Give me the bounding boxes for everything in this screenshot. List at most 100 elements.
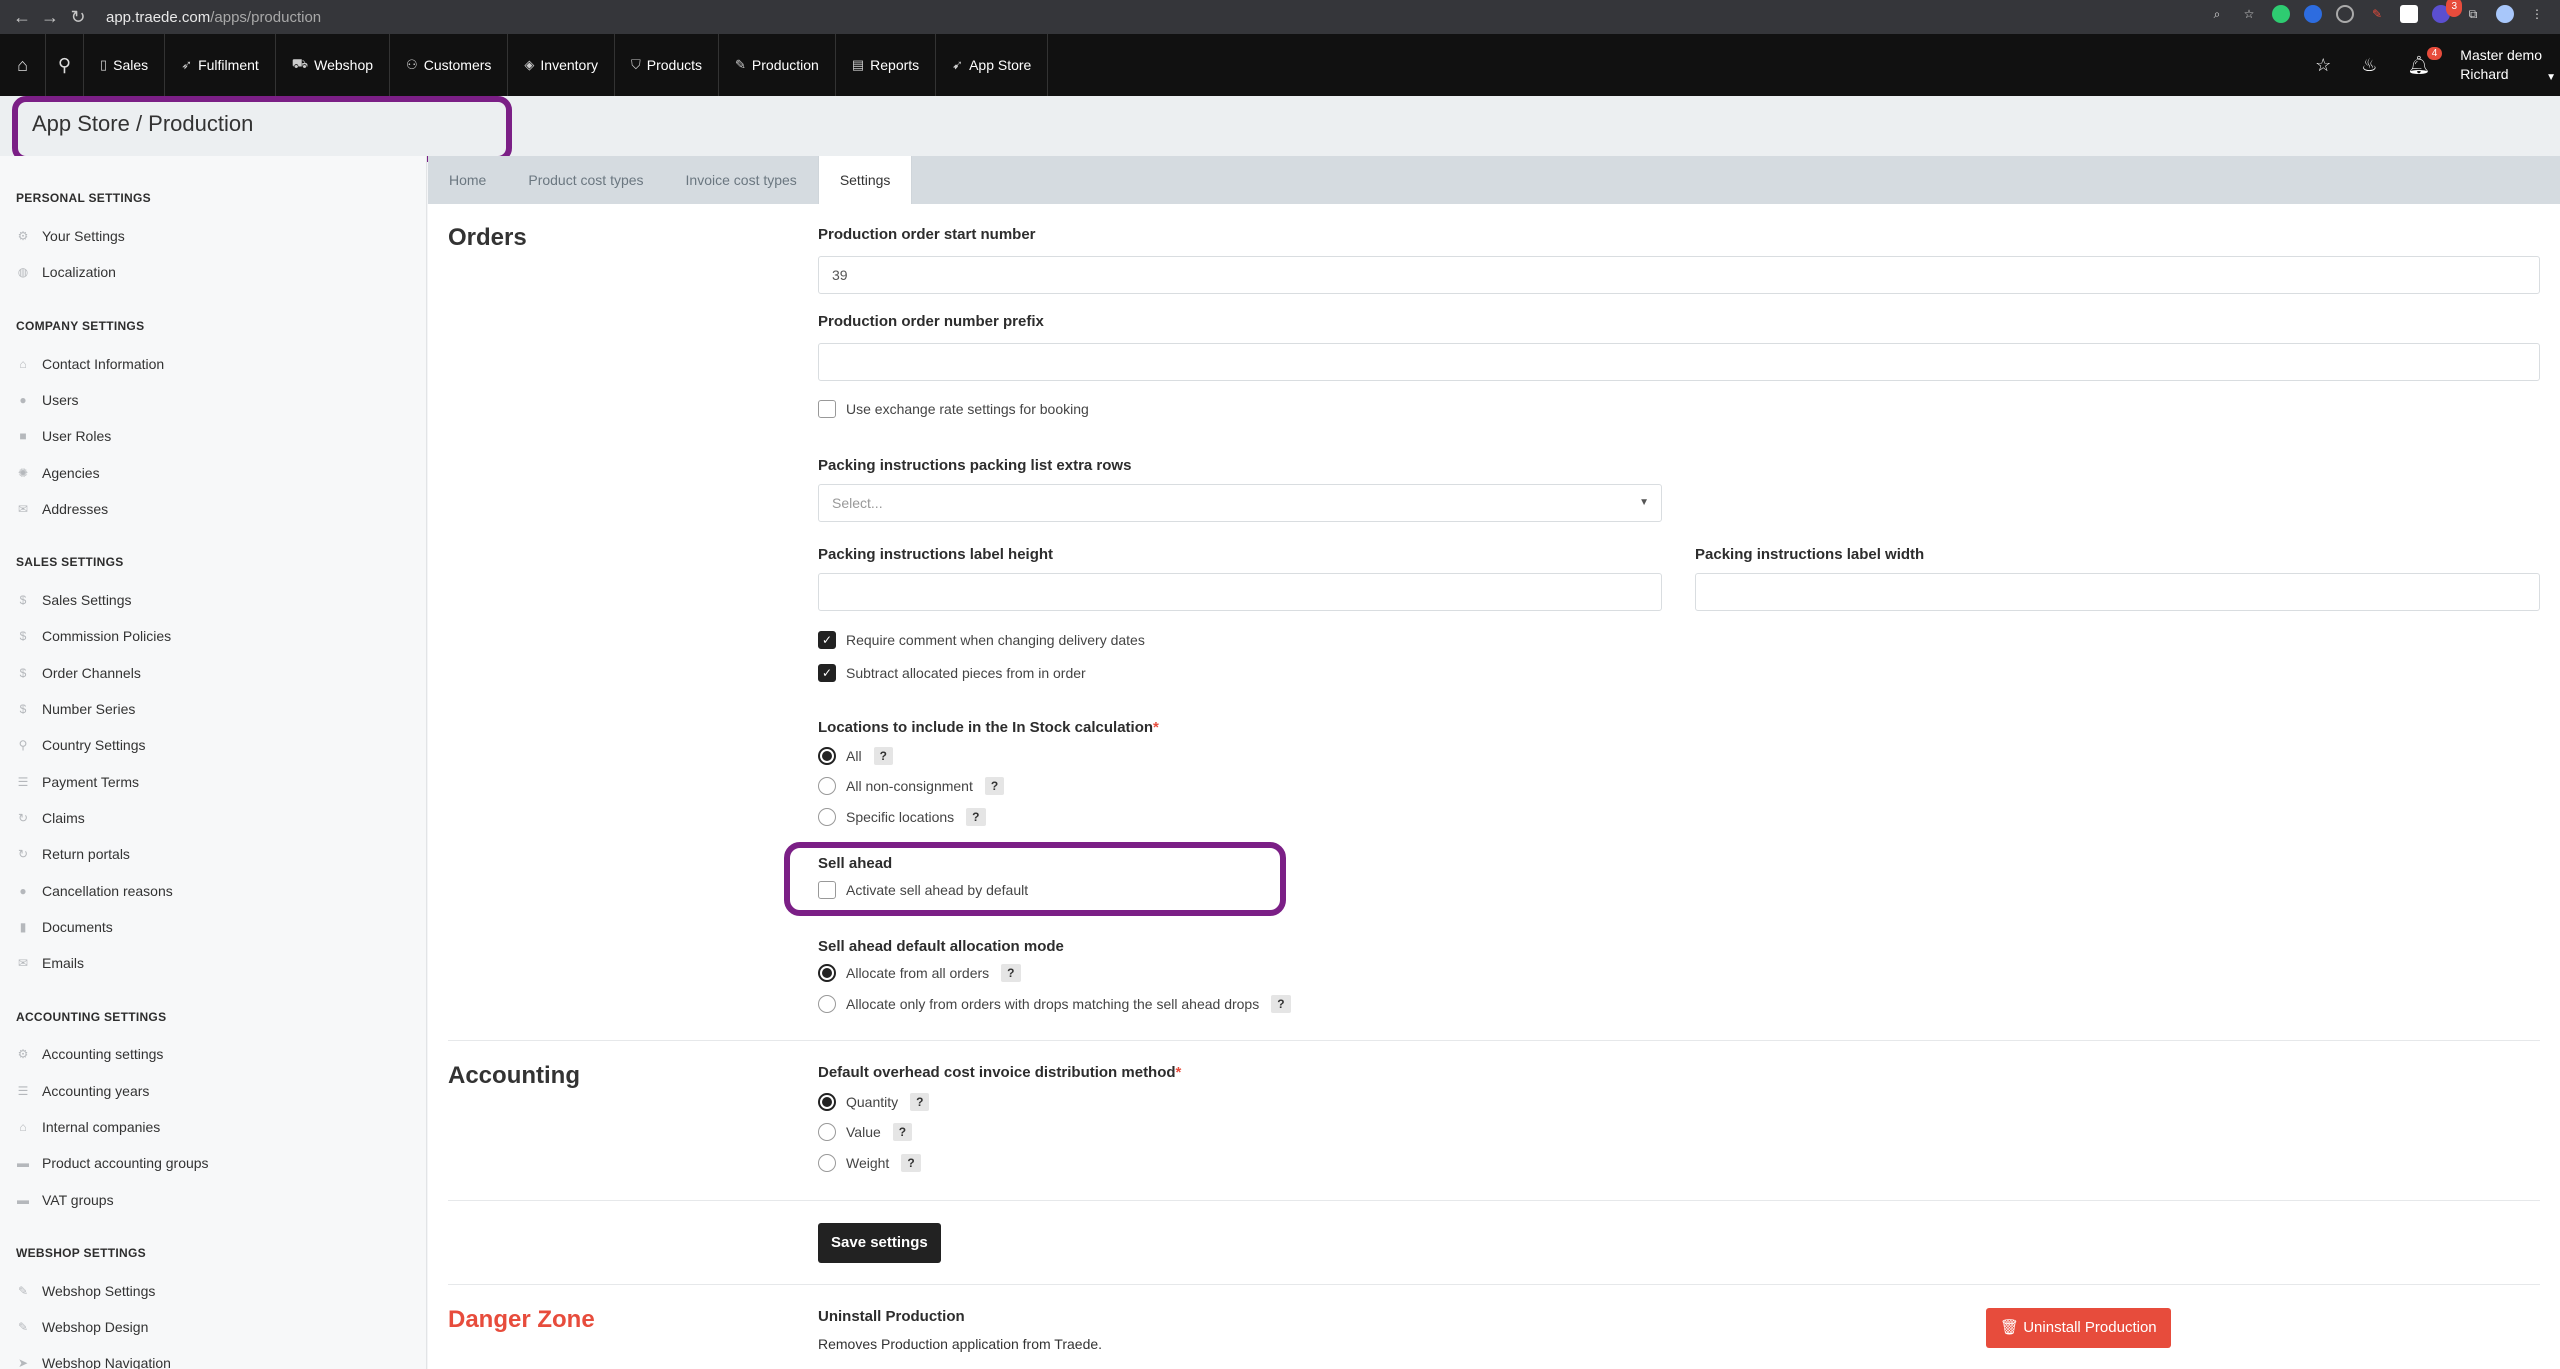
start-number-input[interactable]: 39 [818,256,2540,294]
help-icon[interactable]: ? [901,1154,921,1172]
globe-icon: ◍ [17,265,29,279]
method-quantity-radio[interactable] [818,1093,836,1111]
reload-icon[interactable]: ↻ [64,7,92,28]
location-specific-radio[interactable] [818,808,836,826]
require-comment-checkbox[interactable]: ✓ [818,631,836,649]
prefix-input[interactable] [818,343,2540,381]
back-icon[interactable]: ← [8,7,36,28]
sidebar-item-vat-groups[interactable]: ▬ VAT groups [16,1192,114,1208]
method-value-radio[interactable] [818,1123,836,1141]
orders-section-title: Orders [448,224,527,251]
sidebar-item-label: Webshop Settings [42,1283,156,1299]
gear-icon: ⚙ [17,229,29,243]
help-icon[interactable]: ? [910,1093,930,1111]
search-icon[interactable]: ⚲ [46,34,84,96]
sidebar-item-product-accounting-groups[interactable]: ▬ Product accounting groups [16,1155,209,1171]
sidebar-item-sales-settings[interactable]: $ Sales Settings [16,592,132,608]
sidebar-item-user-roles[interactable]: ■ User Roles [16,428,111,444]
extension-password-icon[interactable] [2336,5,2354,23]
location-non-consignment-radio[interactable] [818,777,836,795]
sidebar-item-claims[interactable]: ↻ Claims [16,810,85,826]
subtract-row: ✓ Subtract allocated pieces from in orde… [818,664,1086,682]
help-icon[interactable]: ? [873,747,893,765]
sidebar-item-users[interactable]: ● Users [16,392,78,408]
nav-app-store[interactable]: ➹ App Store [936,34,1049,96]
help-icon[interactable]: ? [892,1123,913,1141]
extension-red-icon[interactable]: ✎ [2368,5,2386,23]
sidebar-item-accounting-years[interactable]: ☰ Accounting years [16,1083,150,1099]
sidebar-item-commission-policies[interactable]: $ Commission Policies [16,628,172,644]
star-icon[interactable]: ☆ [2315,55,2331,76]
sidebar-item-order-channels[interactable]: $ Order Channels [16,665,141,681]
sidebar-item-your-settings[interactable]: ⚙ Your Settings [16,228,125,244]
nav-production[interactable]: ✎ Production [719,34,836,96]
forward-icon[interactable]: → [36,7,64,28]
help-icon[interactable]: ? [1001,964,1021,982]
method-weight-radio[interactable] [818,1154,836,1172]
nav-webshop[interactable]: ⛟ Webshop [276,34,391,96]
sidebar-heading-accounting: ACCOUNTING SETTINGS [16,1010,167,1024]
alloc-matching-radio[interactable] [818,995,836,1013]
extra-rows-select[interactable]: Select... ▼ [818,484,1662,522]
home-icon[interactable]: ⌂ [0,34,46,96]
sidebar-item-agencies[interactable]: ✺ Agencies [16,465,100,481]
profile-avatar[interactable] [2496,5,2514,23]
location-specific-label: Specific locations [846,809,955,825]
label-height-input[interactable] [818,573,1662,611]
sidebar-item-country-settings[interactable]: ⚲ Country Settings [16,737,146,753]
danger-zone-title: Danger Zone [448,1306,595,1333]
alloc-all-radio[interactable] [818,964,836,982]
nav-sales[interactable]: ▯ Sales [84,34,166,96]
nav-reports[interactable]: ▤ Reports [836,34,937,96]
extension-green-icon[interactable] [2272,5,2290,23]
tab-invoice-cost-types[interactable]: Invoice cost types [665,156,818,204]
sidebar-item-webshop-design[interactable]: ✎ Webshop Design [16,1319,148,1335]
extension-blue-icon[interactable] [2304,5,2322,23]
puzzle-icon[interactable]: ⧉ [2464,5,2482,23]
bookmark-star-icon[interactable]: ☆ [2240,5,2258,23]
bell-icon[interactable]: 🔔︎ 4 [2407,46,2443,76]
uninstall-button[interactable]: 🗑︎ Uninstall Production [1986,1308,2171,1348]
house-icon: ⌂ [19,1120,27,1134]
exchange-rate-checkbox[interactable] [818,400,836,418]
sidebar-item-emails[interactable]: ✉ Emails [16,955,84,971]
help-icon[interactable]: ? [1271,995,1291,1013]
sidebar-item-accounting-settings[interactable]: ⚙ Accounting settings [16,1046,164,1062]
extension-notion-icon[interactable] [2400,5,2418,23]
nav-products[interactable]: ⛉ Products [615,34,719,96]
help-icon[interactable]: ? [984,777,1005,795]
location-all-radio[interactable] [818,747,836,765]
sidebar-item-webshop-settings[interactable]: ✎ Webshop Settings [16,1283,155,1299]
sidebar-item-payment-terms[interactable]: ☰ Payment Terms [16,774,139,790]
help-icon[interactable]: ? [966,808,986,826]
sidebar-item-addresses[interactable]: ✉ Addresses [16,501,108,517]
nav-inventory[interactable]: ◈ Inventory [508,34,615,96]
sidebar-item-cancellation-reasons[interactable]: ● Cancellation reasons [16,883,172,899]
tab-product-cost-types[interactable]: Product cost types [507,156,664,204]
sidebar-item-number-series[interactable]: $ Number Series [16,701,136,717]
save-settings-button[interactable]: Save settings [818,1223,941,1263]
zoom-icon[interactable]: ⌕ [2208,5,2226,23]
distribution-method-text: Default overhead cost invoice distributi… [818,1064,1176,1081]
fire-icon[interactable]: ♨ [2361,55,2377,76]
nav-fulfilment[interactable]: ➶ Fulfilment [165,34,276,96]
tab-settings[interactable]: Settings [817,156,913,204]
user-menu[interactable]: Master demo Richard ▼ [2460,46,2556,84]
sidebar-item-localization[interactable]: ◍ Localization [16,264,116,280]
sidebar-item-documents[interactable]: ▮ Documents [16,919,113,935]
sidebar-item-webshop-navigation[interactable]: ➤ Webshop Navigation [16,1355,171,1369]
sidebar-item-return-portals[interactable]: ↻ Return portals [16,846,130,862]
tab-home[interactable]: Home [428,156,507,204]
subtract-checkbox[interactable]: ✓ [818,664,836,682]
sidebar-item-internal-companies[interactable]: ⌂ Internal companies [16,1119,160,1135]
user-name: Richard [2460,66,2509,82]
nav-customers[interactable]: ⚇ Customers [390,34,509,96]
require-comment-label: Require comment when changing delivery d… [846,632,1145,648]
label-width-input[interactable] [1695,573,2540,611]
address-bar[interactable]: app.traede.com/apps/production [106,9,321,26]
folder-icon: ▬ [17,1156,29,1170]
browser-menu-icon[interactable]: ⋮ [2528,5,2546,23]
distribution-method-label: Default overhead cost invoice distributi… [818,1064,1181,1081]
sidebar-item-contact-information[interactable]: ⌂ Contact Information [16,356,164,372]
extension-notification-icon[interactable]: 3 [2432,0,2462,23]
